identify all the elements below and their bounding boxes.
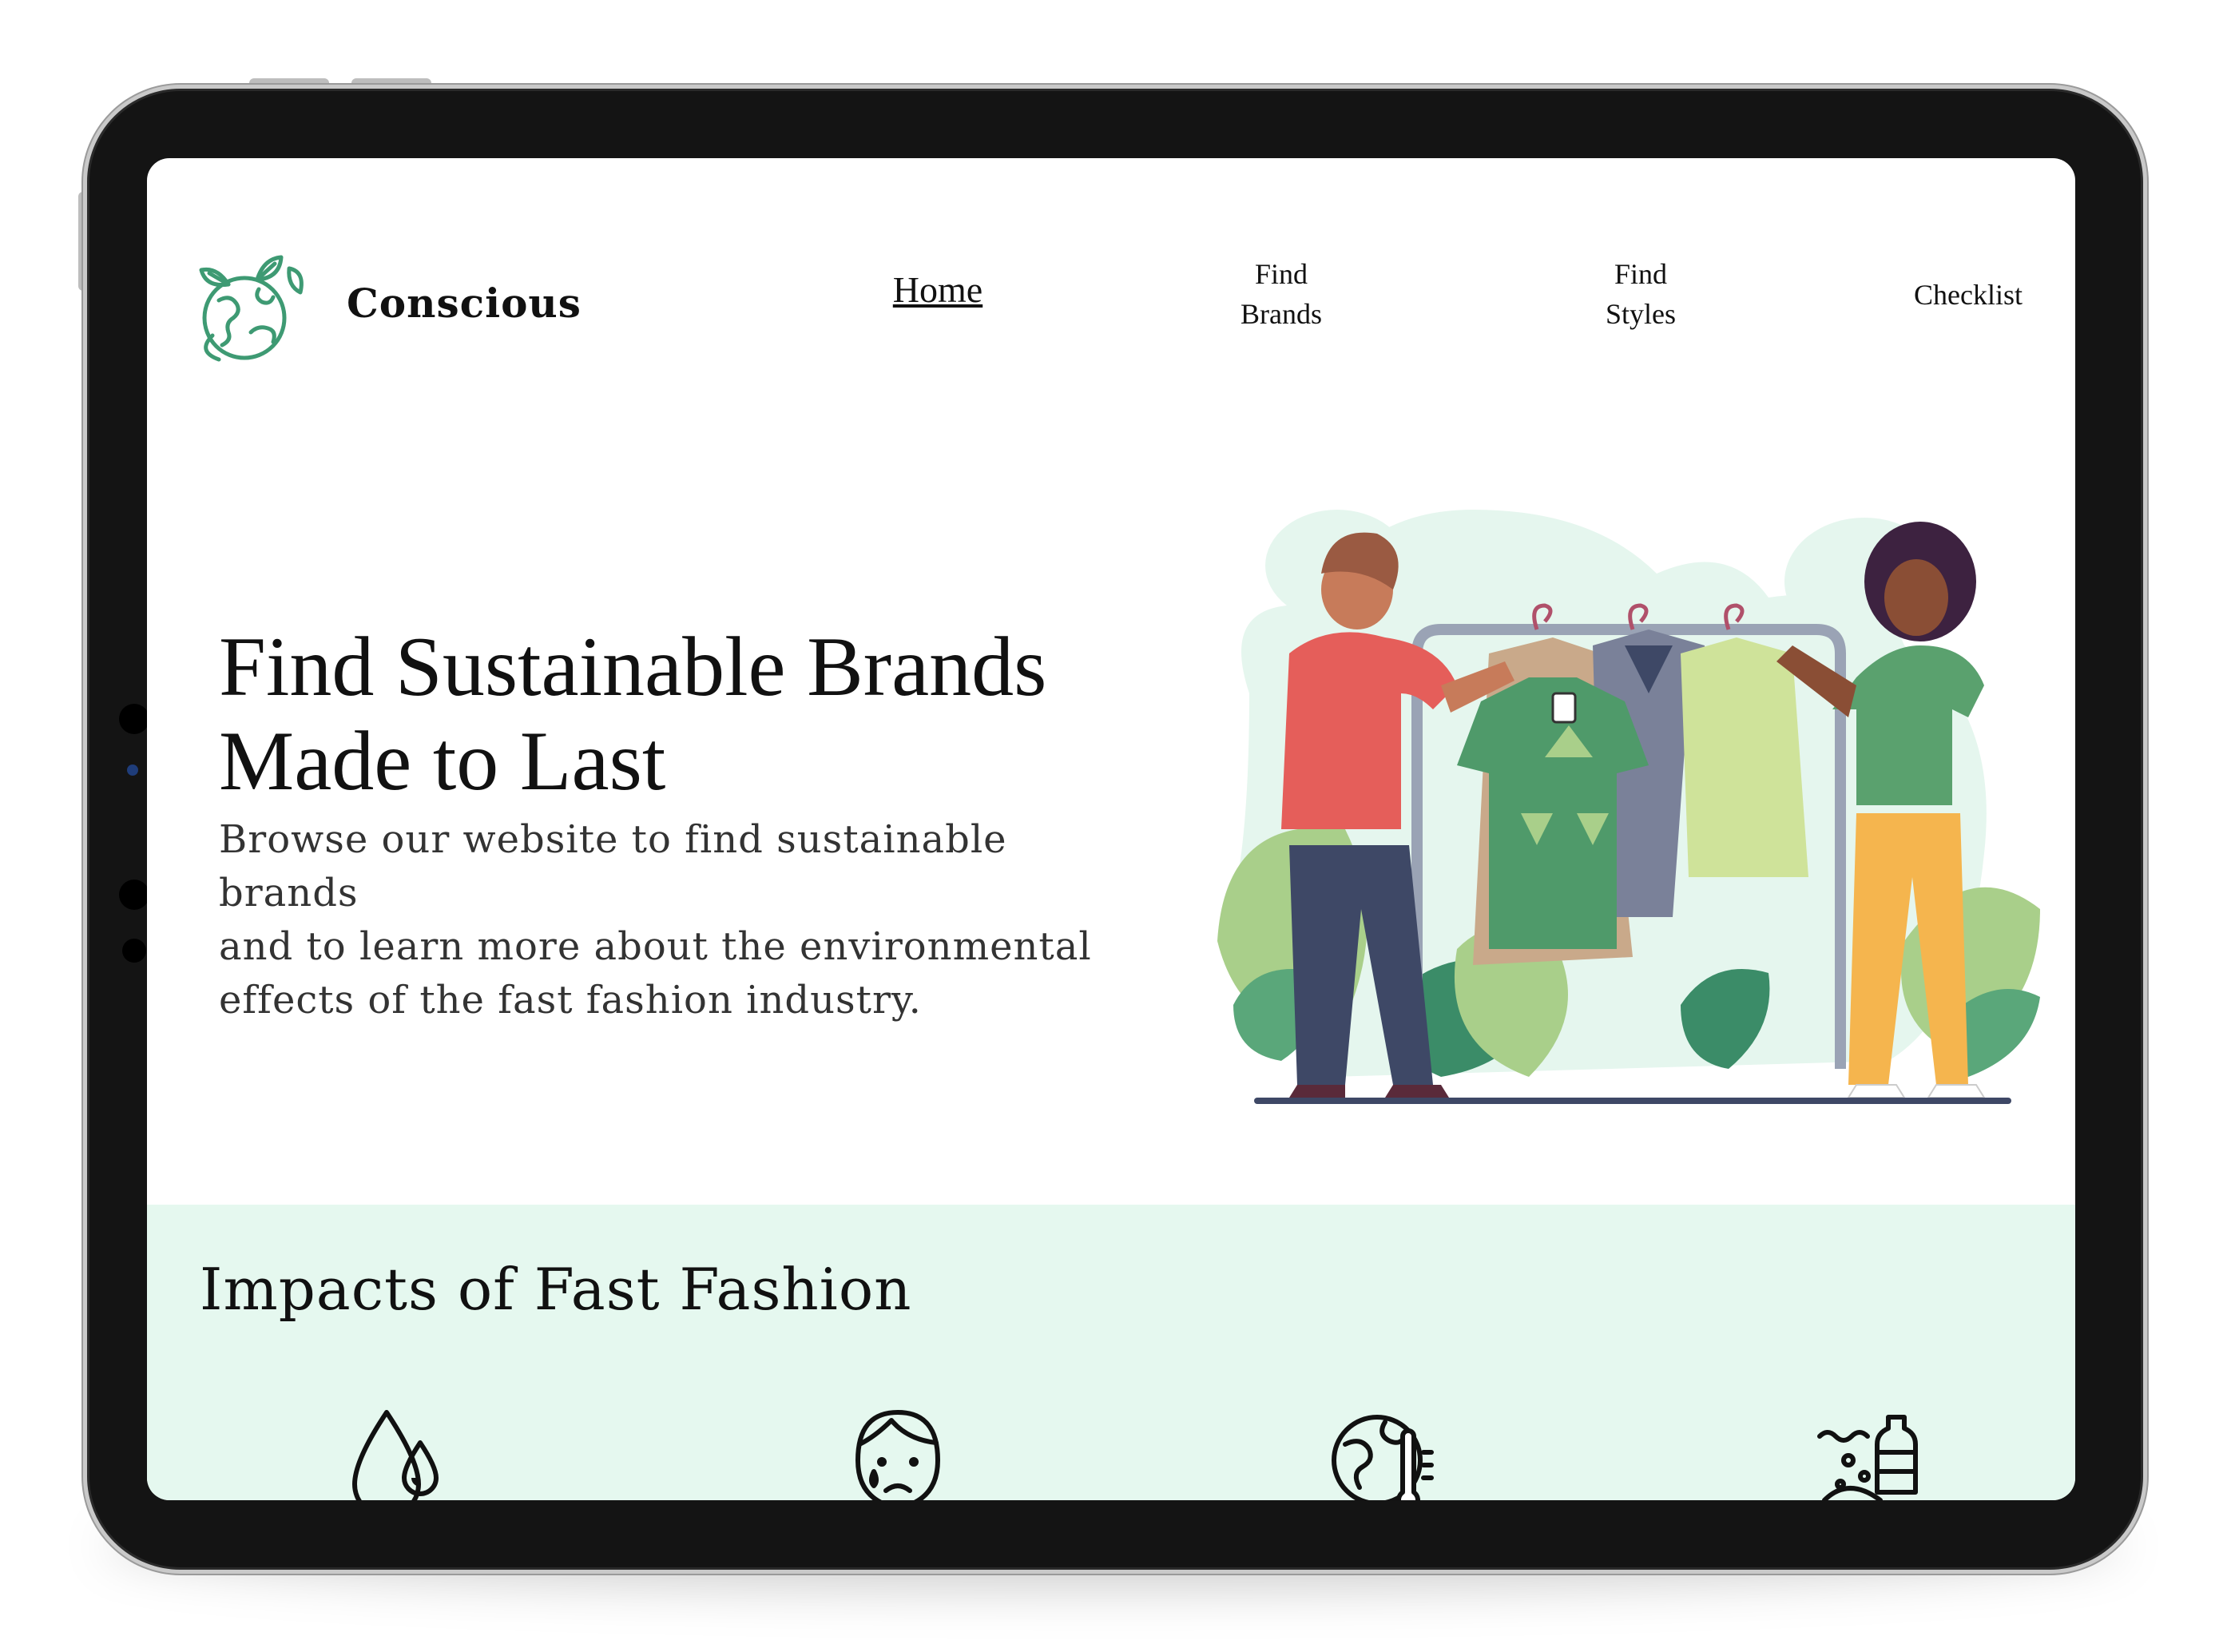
nav-find-styles[interactable]: Find Styles [1553, 254, 1729, 334]
clothing-rack-illustration [1217, 510, 2040, 1104]
sad-face-icon [855, 1410, 940, 1500]
nav-find-styles-label-2: Styles [1605, 298, 1676, 330]
hero-text-line-3: effects of the fast fashion industry. [219, 978, 922, 1023]
hero-title: Find Sustainable Brands Made to Last [219, 620, 1177, 808]
water-drops-icon [352, 1410, 439, 1500]
camera-sensor [119, 880, 149, 910]
nav-checklist[interactable]: Checklist [1872, 275, 2064, 315]
camera-sensor [119, 704, 149, 734]
earth-leaves-icon[interactable] [195, 252, 307, 364]
hero-title-line-2: Made to Last [219, 714, 666, 808]
hero-description: Browse our website to find sustainable b… [219, 813, 1129, 1027]
nav-home[interactable]: Home [850, 270, 1026, 310]
globe-thermometer-icon [1332, 1415, 1434, 1500]
brand-name[interactable]: Conscious [347, 280, 582, 327]
screen: Conscious Home Find Brands Find Styles C… [147, 158, 2075, 1500]
nav-find-brands-label-1: Find [1254, 258, 1308, 290]
camera-lens [127, 764, 138, 776]
impacts-title: Impacts of Fast Fashion [200, 1256, 912, 1323]
ocean-pollution-icon [1817, 1415, 1918, 1500]
nav-find-brands[interactable]: Find Brands [1185, 254, 1377, 334]
hero-text-line-1: Browse our website to find sustainable b… [219, 817, 1007, 915]
hero-title-line-1: Find Sustainable Brands [219, 620, 1047, 713]
impacts-section: Impacts of Fast Fashion [147, 1205, 2075, 1500]
camera-sensor [122, 939, 146, 963]
hero-text-line-2: and to learn more about the environmenta… [219, 924, 1092, 969]
nav-find-styles-label-1: Find [1614, 258, 1668, 290]
nav-find-brands-label-2: Brands [1241, 298, 1322, 330]
